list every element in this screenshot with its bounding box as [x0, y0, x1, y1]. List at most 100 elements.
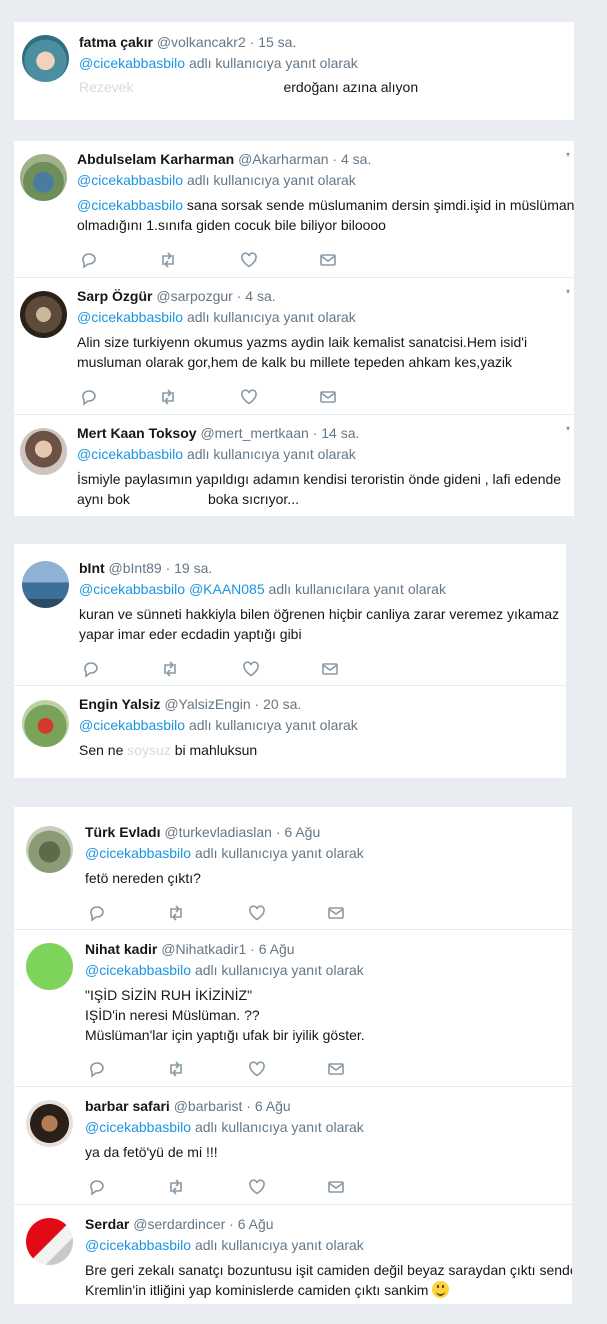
reply-icon[interactable]	[79, 250, 99, 270]
timestamp[interactable]: 6 Ağu	[238, 1216, 274, 1232]
like-icon[interactable]	[247, 1059, 267, 1079]
tweet-text-line: Alin size turkiyenn okumus yazms aydin l…	[77, 334, 528, 350]
reply-mention[interactable]: @cicekabbasbilo	[85, 1237, 191, 1253]
tweet[interactable]: Engin Yalsiz @YalsizEngin · 20 sa. @cice…	[14, 686, 566, 778]
user-handle[interactable]: @serdardincer	[133, 1216, 225, 1232]
timestamp[interactable]: 6 Ağu	[284, 824, 320, 840]
like-icon[interactable]	[247, 1177, 267, 1197]
user-handle[interactable]: @YalsizEngin	[164, 696, 250, 712]
user-name[interactable]: Engin Yalsiz	[79, 696, 160, 712]
reply-mention[interactable]: @cicekabbasbilo	[79, 55, 185, 71]
user-handle[interactable]: @turkevladiaslan	[164, 824, 272, 840]
user-handle[interactable]: @Nihatkadir1	[161, 941, 246, 957]
user-handle[interactable]: @mert_mertkaan	[200, 425, 308, 441]
message-icon[interactable]	[326, 1177, 346, 1197]
user-handle[interactable]: @bInt89	[109, 560, 162, 576]
avatar[interactable]	[22, 700, 69, 747]
avatar[interactable]	[20, 428, 67, 475]
avatar[interactable]	[26, 826, 73, 873]
reply-mention[interactable]: @cicekabbasbilo	[85, 1119, 191, 1135]
timestamp[interactable]: 4 sa.	[341, 151, 371, 167]
tweet[interactable]: fatma çakır @volkancakr2 · 15 sa. @cicek…	[14, 22, 574, 120]
timestamp[interactable]: 15 sa.	[258, 34, 296, 50]
reply-context: adlı kullanıcıya yanıt olarak	[194, 1119, 364, 1135]
user-name[interactable]: Mert Kaan Toksoy	[77, 425, 197, 441]
like-icon[interactable]	[239, 250, 259, 270]
tweet[interactable]: barbar safari @barbarist · 6 Ağu @ciceka…	[14, 1087, 572, 1205]
tweet-text-line: aynı bok	[77, 491, 130, 507]
retweet-icon[interactable]	[166, 903, 186, 923]
like-icon[interactable]	[247, 903, 267, 923]
tweet-text-line: musluman olarak gor,hem de kalk bu mille…	[77, 354, 512, 370]
message-icon[interactable]	[318, 387, 338, 407]
reply-mention[interactable]: @cicekabbasbilo	[77, 446, 183, 462]
reply-mention[interactable]: @cicekabbasbilo	[85, 845, 191, 861]
user-name[interactable]: Serdar	[85, 1216, 129, 1232]
message-icon[interactable]	[320, 659, 340, 679]
text-mention[interactable]: @cicekabbasbilo	[77, 197, 183, 213]
timestamp[interactable]: 6 Ağu	[259, 941, 295, 957]
reply-icon[interactable]	[87, 903, 107, 923]
reply-context: adlı kullanıcıya yanıt olarak	[186, 172, 356, 188]
reply-mention[interactable]: @cicekabbasbilo	[77, 309, 183, 325]
separator-dot: ·	[254, 696, 260, 712]
chevron-down-icon[interactable]: ▾	[566, 288, 574, 296]
like-icon[interactable]	[239, 387, 259, 407]
user-name[interactable]: bInt	[79, 560, 105, 576]
retweet-icon[interactable]	[158, 387, 178, 407]
avatar[interactable]	[26, 1100, 73, 1147]
retweet-icon[interactable]	[160, 659, 180, 679]
reply-icon[interactable]	[79, 387, 99, 407]
reply-context: adlı kullanıcılara yanıt olarak	[268, 581, 446, 597]
user-name[interactable]: Abdulselam Karharman	[77, 151, 234, 167]
tweet[interactable]: Sarp Özgür @sarpozgur · 4 sa. @cicekabba…	[14, 278, 574, 415]
retweet-icon[interactable]	[166, 1177, 186, 1197]
message-icon[interactable]	[318, 250, 338, 270]
user-handle[interactable]: @barbarist	[174, 1098, 243, 1114]
avatar[interactable]	[26, 943, 73, 990]
tweet-text-line: sana sorsak sende müslumanim dersin şimd…	[183, 197, 574, 213]
retweet-icon[interactable]	[166, 1059, 186, 1079]
reply-icon[interactable]	[81, 659, 101, 679]
message-icon[interactable]	[326, 1059, 346, 1079]
timestamp[interactable]: 20 sa.	[263, 696, 301, 712]
like-icon[interactable]	[241, 659, 261, 679]
tweet[interactable]: Abdulselam Karharman @Akarharman · 4 sa.…	[14, 141, 574, 278]
tweet[interactable]: Serdar @serdardincer · 6 Ağu @cicekabbas…	[14, 1205, 572, 1304]
avatar[interactable]	[22, 561, 69, 608]
chevron-down-icon[interactable]: ▾	[566, 425, 574, 433]
tweet[interactable]: Türk Evladı @turkevladiaslan · 6 Ağu @ci…	[14, 807, 572, 930]
tweet[interactable]: Nihat kadir @Nihatkadir1 · 6 Ağu @ciceka…	[14, 930, 572, 1087]
reply-mention[interactable]: @cicekabbasbilo	[77, 172, 183, 188]
user-name[interactable]: barbar safari	[85, 1098, 170, 1114]
reply-icon[interactable]	[87, 1059, 107, 1079]
timestamp[interactable]: 4 sa.	[245, 288, 275, 304]
chevron-down-icon[interactable]: ▾	[566, 151, 574, 159]
user-name[interactable]: fatma çakır	[79, 34, 153, 50]
timestamp[interactable]: 19 sa.	[174, 560, 212, 576]
reply-mention[interactable]: @cicekabbasbilo	[85, 962, 191, 978]
reply-mention[interactable]: @cicekabbasbilo	[79, 717, 185, 733]
timestamp[interactable]: 6 Ağu	[255, 1098, 291, 1114]
user-name[interactable]: Nihat kadir	[85, 941, 157, 957]
reply-mention[interactable]: @KAAN085	[189, 581, 265, 597]
timestamp[interactable]: 14 sa.	[321, 425, 359, 441]
tweet[interactable]: Mert Kaan Toksoy @mert_mertkaan · 14 sa.…	[14, 415, 574, 516]
tweet[interactable]: bInt @bInt89 · 19 sa. @cicekabbasbilo @K…	[14, 544, 566, 686]
reply-icon[interactable]	[87, 1177, 107, 1197]
reply-mention[interactable]: @cicekabbasbilo	[79, 581, 185, 597]
user-handle[interactable]: @Akarharman	[238, 151, 328, 167]
user-name[interactable]: Türk Evladı	[85, 824, 160, 840]
user-handle[interactable]: @sarpozgur	[156, 288, 232, 304]
retweet-icon[interactable]	[158, 250, 178, 270]
avatar[interactable]	[20, 154, 67, 201]
avatar[interactable]	[26, 1218, 73, 1265]
avatar[interactable]	[20, 291, 67, 338]
message-icon[interactable]	[326, 903, 346, 923]
separator-dot: ·	[275, 824, 281, 840]
user-name[interactable]: Sarp Özgür	[77, 288, 152, 304]
separator-dot: ·	[236, 288, 242, 304]
user-handle[interactable]: @volkancakr2	[157, 34, 246, 50]
reply-context: adlı kullanıcıya yanıt olarak	[188, 717, 358, 733]
avatar[interactable]	[22, 35, 69, 82]
